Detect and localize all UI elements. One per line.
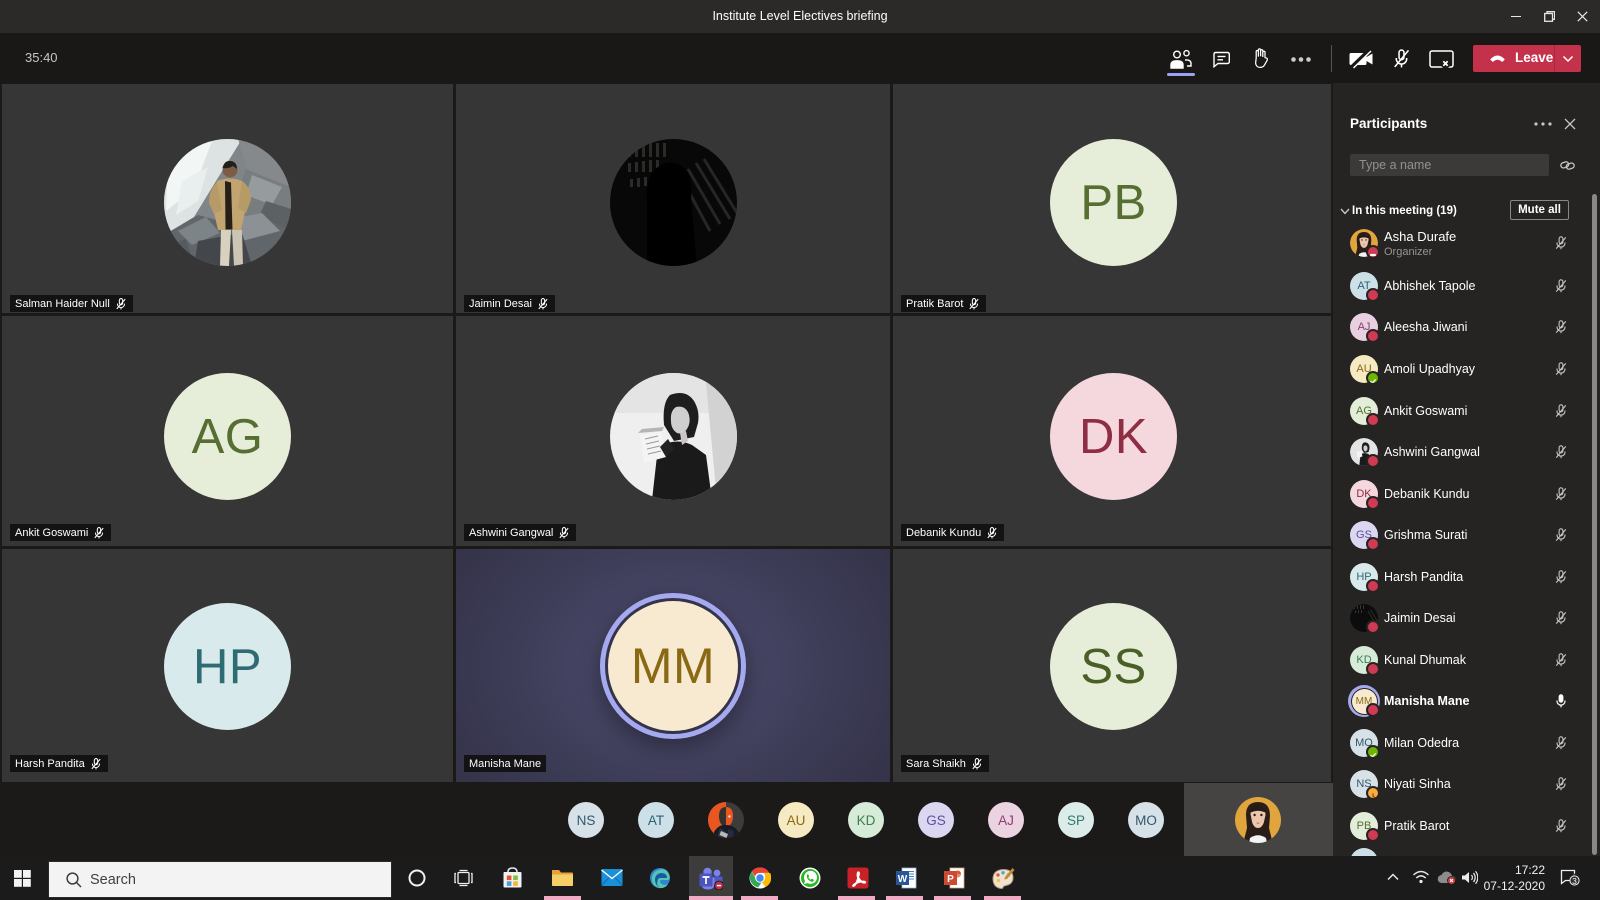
svg-text:3: 3 [1572, 876, 1577, 886]
svg-text:W: W [898, 874, 908, 885]
svg-text:P: P [947, 874, 954, 885]
